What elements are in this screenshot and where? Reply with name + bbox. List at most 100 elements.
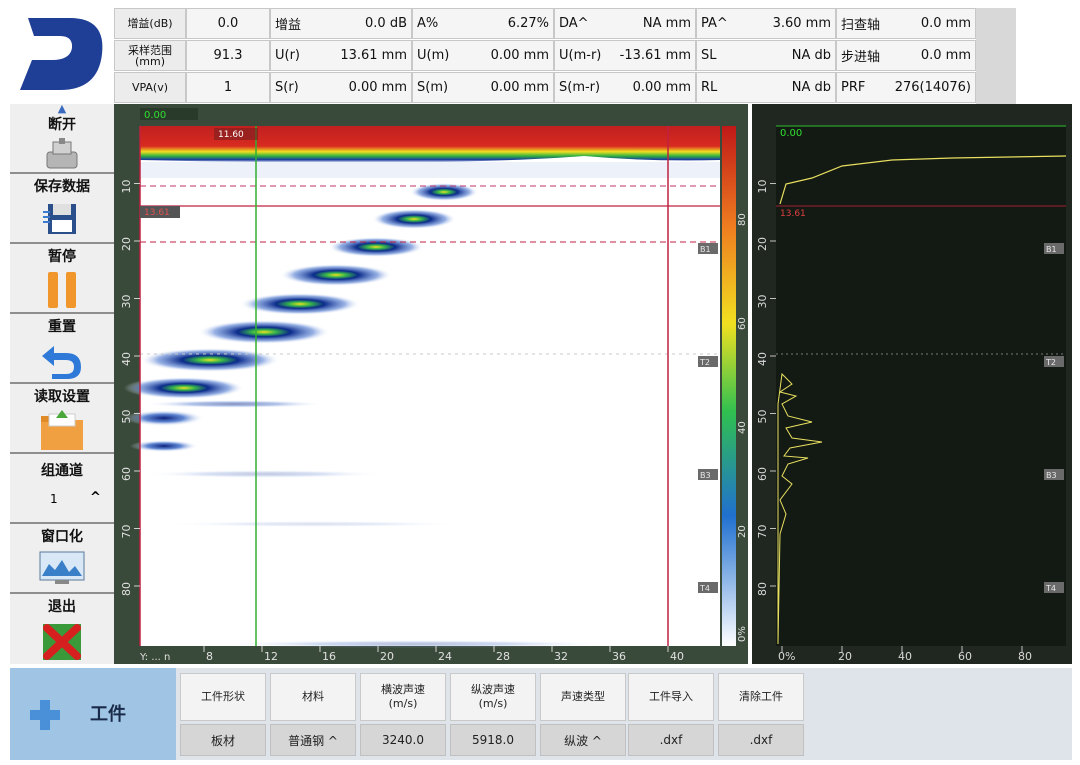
channel-value: 1 [50, 492, 58, 506]
param-value: -13.61 mm [619, 48, 691, 63]
sidebar-item-label: 保存数据 [34, 179, 90, 195]
sidebar-item-pause[interactable]: 暂停 [10, 244, 114, 314]
workpiece-field-header: 清除工件 [718, 673, 804, 721]
param-readout: U(r) 13.61 mm [270, 40, 412, 71]
plus-icon [30, 700, 60, 730]
sidebar-item-label: 暂停 [48, 249, 76, 265]
chevron-up-icon[interactable]: ^ [90, 490, 101, 505]
param-value: NA mm [642, 16, 691, 31]
channel-select[interactable]: 1 ^ [10, 488, 114, 518]
ascan-panel[interactable]: 10 20 30 40 50 60 70 80 0% 20 40 60 80 B1 T2 B3 T4 0.0… [752, 104, 1072, 664]
param-readout: 增益 0.0 dB [270, 8, 412, 39]
ascan-y-tick: 30 [756, 295, 769, 309]
bscan-x-tick: 16 [322, 650, 336, 663]
param-readout: SL NA db [696, 40, 836, 71]
param-value-input[interactable]: 1 [186, 72, 270, 103]
parameter-grid-filler [976, 8, 1016, 104]
workpiece-field-header: 材料 [270, 673, 356, 721]
sidebar-item-label: 重置 [48, 319, 76, 335]
folder-icon [41, 410, 83, 450]
param-key: 增益 [275, 18, 302, 33]
ascan-x-tick: 20 [838, 650, 852, 663]
color-scale-tick: 80 [737, 213, 748, 226]
workpiece-field-value[interactable]: 普通钢 ^ [270, 724, 356, 756]
workpiece-field-value[interactable]: .dxf [628, 724, 714, 756]
workpiece-field-value[interactable]: 纵波 ^ [540, 724, 626, 756]
ascan-x-tick: 60 [958, 650, 972, 663]
param-label: VPA(v) [114, 72, 186, 103]
param-key: U(m) [417, 48, 450, 63]
bscan-x-tick: 40 [670, 650, 684, 663]
workpiece-field-value[interactable]: 3240.0 [360, 724, 446, 756]
param-readout: 扫查轴 0.0 mm [836, 8, 976, 39]
bscan-x-tick: 36 [612, 650, 626, 663]
param-label: 采样范围 (mm) [114, 40, 186, 71]
pause-icon [48, 272, 76, 308]
param-value: NA db [791, 80, 831, 95]
ascan-x-axis: 0% 20 40 60 80 [778, 646, 1032, 663]
chevron-up-icon: ▲ [57, 102, 67, 115]
workpiece-tab[interactable]: 工件 [10, 668, 176, 760]
param-readout: DA^ NA mm [554, 8, 696, 39]
param-key: PRF [841, 80, 866, 95]
param-readout: RL NA db [696, 72, 836, 103]
color-scale-tick: 40 [737, 421, 748, 434]
color-scale-tick: 0% [737, 626, 748, 642]
sidebar-item-label: 断开 [48, 117, 76, 133]
param-key: 扫查轴 [841, 18, 881, 33]
ascan-y-tick: 50 [756, 410, 769, 424]
color-scale-tick: 60 [737, 317, 748, 330]
bscan-marker-label: T4 [699, 584, 710, 593]
bscan-x-tick: 24 [438, 650, 452, 663]
bscan-panel[interactable]: 10 20 30 40 50 60 70 80 8 12 16 20 24 28 32 36 40 80 60 4… [96, 104, 748, 664]
sidebar-item-reset[interactable]: 重置 [10, 314, 114, 384]
ascan-y-tick: 70 [756, 525, 769, 539]
sidebar-item-channel-group[interactable]: 组通道 1 ^ [10, 454, 114, 524]
sidebar: ▲ 断开 保存数据 暂停 重置 读取设置 组通道 1 ^ 窗口化 退出 [10, 102, 114, 664]
param-key: 步进轴 [841, 50, 881, 65]
ascan-x-tick: 0% [778, 650, 795, 663]
bscan-x-axis: 8 12 16 20 24 28 32 36 40 [203, 646, 684, 663]
param-value-input[interactable]: 91.3 [186, 40, 270, 71]
sidebar-item-save-data[interactable]: 保存数据 [10, 174, 114, 244]
sidebar-item-exit[interactable]: 退出 [10, 594, 114, 664]
param-readout: 步进轴 0.0 mm [836, 40, 976, 71]
workpiece-field-header: 工件导入 [628, 673, 714, 721]
sidebar-item-disconnect[interactable]: ▲ 断开 [10, 102, 114, 174]
sidebar-item-read-settings[interactable]: 读取设置 [10, 384, 114, 454]
window-icon [39, 551, 85, 584]
ascan-marker-label: T4 [1045, 584, 1056, 593]
bscan-marker-label: T2 [699, 358, 710, 367]
bscan-y-tick: 40 [120, 352, 133, 366]
workpiece-field-value[interactable]: 5918.0 [450, 724, 536, 756]
workpiece-field-header: 纵波声速 (m/s) [450, 673, 536, 721]
param-value: 13.61 mm [340, 48, 407, 63]
reset-icon [42, 346, 81, 379]
bscan-y-tick: 70 [120, 525, 133, 539]
param-value: NA db [791, 48, 831, 63]
bscan-x-tick: 20 [380, 650, 394, 663]
sidebar-item-label: 组通道 [41, 463, 83, 479]
param-readout: U(m) 0.00 mm [412, 40, 554, 71]
workpiece-field-value[interactable]: .dxf [718, 724, 804, 756]
param-readout: A% 6.27% [412, 8, 554, 39]
param-key: S(m-r) [559, 80, 601, 95]
param-value: 0.00 mm [632, 80, 691, 95]
bscan-x-tick: 12 [264, 650, 278, 663]
bscan-y-tick: 20 [120, 237, 133, 251]
sidebar-item-label: 窗口化 [41, 529, 83, 545]
probe-icon [46, 138, 78, 169]
color-scale-bar [722, 126, 736, 646]
sidebar-item-windowize[interactable]: 窗口化 [10, 524, 114, 594]
ascan-y-tick: 40 [756, 352, 769, 366]
workpiece-field-value[interactable]: 板材 [180, 724, 266, 756]
param-key: RL [701, 80, 718, 95]
param-value-input[interactable]: 0.0 [186, 8, 270, 39]
ascan-x-tick: 80 [1018, 650, 1032, 663]
ascan-corner-value: 0.00 [780, 128, 802, 139]
bscan-ref-box: 13.61 [144, 208, 170, 218]
workpiece-field-header: 横波声速 (m/s) [360, 673, 446, 721]
param-value: 0.0 mm [920, 16, 971, 31]
ascan-y-tick: 20 [756, 237, 769, 251]
bscan-x-tick: 32 [554, 650, 568, 663]
